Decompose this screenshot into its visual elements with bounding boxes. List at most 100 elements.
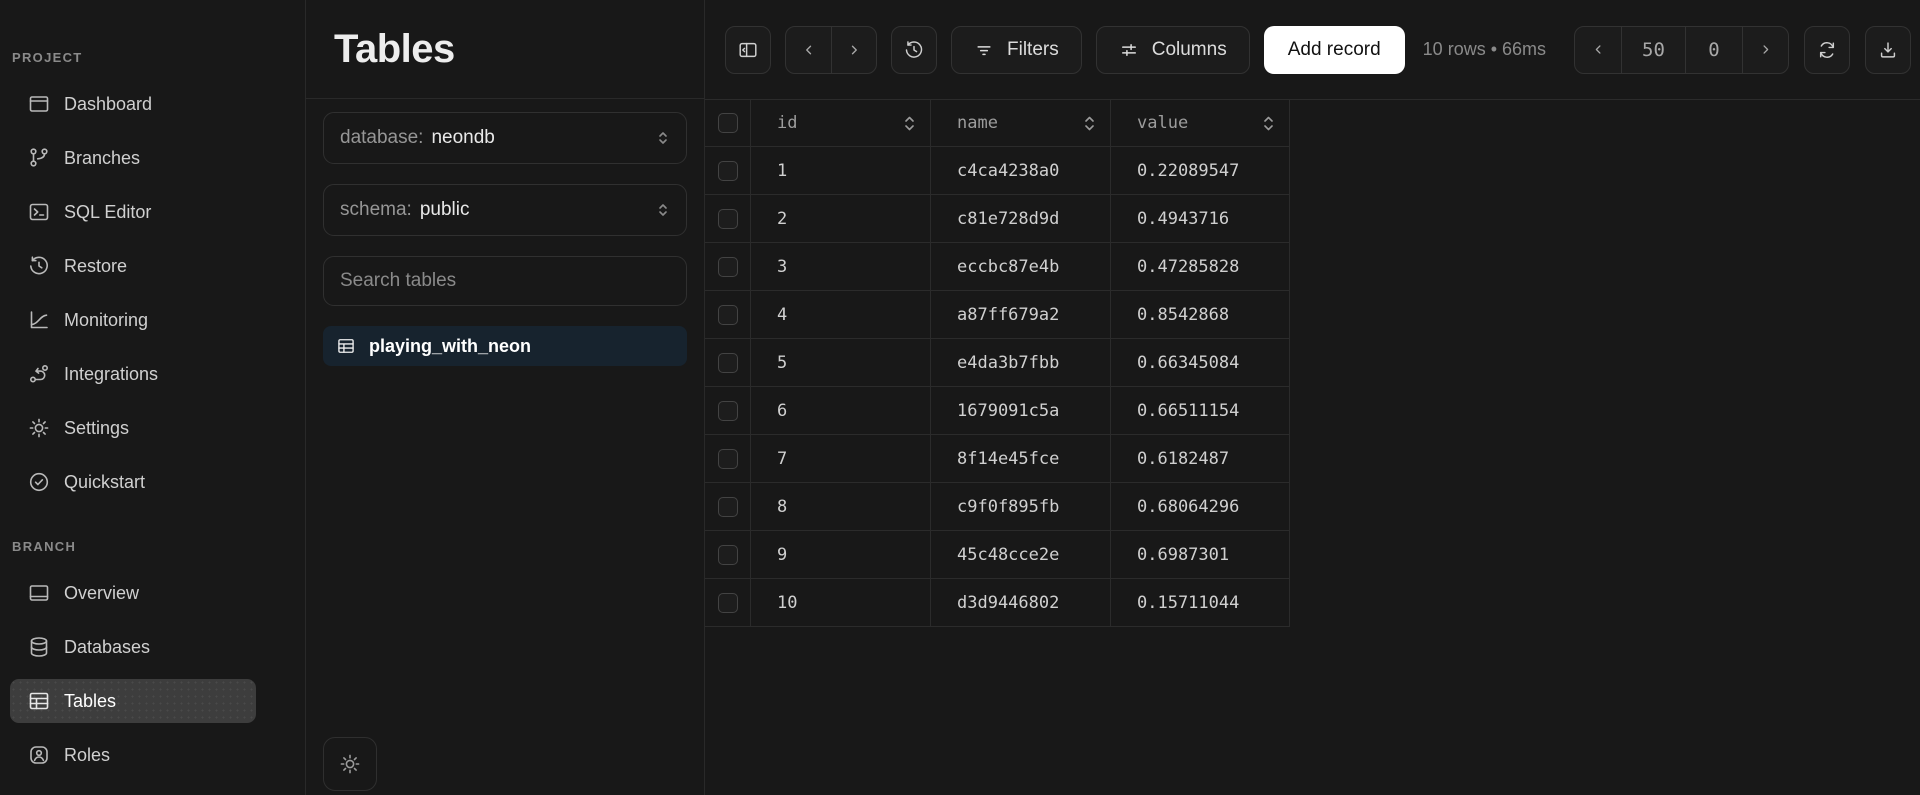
tables-panel: Tables database: neondb schema: public p… — [306, 0, 705, 795]
row-checkbox[interactable] — [718, 449, 738, 469]
databases-icon — [27, 635, 51, 659]
sidebar-item-label: Restore — [64, 256, 127, 277]
cell-name[interactable]: a87ff679a2 — [931, 291, 1111, 339]
cell-name[interactable]: c4ca4238a0 — [931, 147, 1111, 195]
cell-id[interactable]: 4 — [751, 291, 931, 339]
cell-value[interactable]: 0.4943716 — [1111, 195, 1290, 243]
sidebar-item-overview[interactable]: Overview — [0, 566, 305, 620]
page-offset-value[interactable]: 0 — [1685, 27, 1742, 73]
cell-value[interactable]: 0.66345084 — [1111, 339, 1290, 387]
page-next-button[interactable] — [1742, 27, 1788, 73]
sidebar-item-restore[interactable]: Restore — [0, 239, 305, 293]
cell-value[interactable]: 0.22089547 — [1111, 147, 1290, 195]
sidebar-item-quickstart[interactable]: Quickstart — [0, 455, 305, 509]
cell-value[interactable]: 0.6182487 — [1111, 435, 1290, 483]
download-button[interactable] — [1865, 26, 1911, 74]
cell-id[interactable]: 8 — [751, 483, 931, 531]
nav-forward-button[interactable] — [831, 27, 876, 73]
cell-id[interactable]: 7 — [751, 435, 931, 483]
filter-icon — [974, 40, 994, 60]
row-select-cell — [705, 387, 751, 435]
cell-value[interactable]: 0.15711044 — [1111, 579, 1290, 627]
cell-name[interactable]: c81e728d9d — [931, 195, 1111, 243]
column-header-value[interactable]: value — [1111, 100, 1290, 147]
sidebar-item-label: Roles — [64, 745, 110, 766]
row-checkbox[interactable] — [718, 305, 738, 325]
row-checkbox[interactable] — [718, 257, 738, 277]
row-checkbox[interactable] — [718, 497, 738, 517]
page-title: Tables — [334, 27, 455, 72]
cell-id[interactable]: 9 — [751, 531, 931, 579]
table-toolbar: Filters Columns Add record 10 rows • 66m… — [705, 0, 1920, 100]
cell-value[interactable]: 0.66511154 — [1111, 387, 1290, 435]
add-record-button[interactable]: Add record — [1264, 26, 1405, 74]
column-header-label: value — [1137, 113, 1188, 133]
project-sidebar: PROJECT Dashboard BranchesSQL Editor Restor… — [0, 0, 306, 795]
schema-select[interactable]: schema: public — [323, 184, 687, 236]
cell-id[interactable]: 6 — [751, 387, 931, 435]
row-checkbox[interactable] — [718, 353, 738, 373]
cell-value[interactable]: 0.8542868 — [1111, 291, 1290, 339]
cell-name[interactable]: eccbc87e4b — [931, 243, 1111, 291]
search-tables-input[interactable] — [323, 256, 687, 306]
column-header-id[interactable]: id — [751, 100, 931, 147]
sort-icon — [903, 115, 916, 132]
page-prev-button[interactable] — [1575, 27, 1621, 73]
page-size-value[interactable]: 50 — [1621, 27, 1685, 73]
cell-value[interactable]: 0.68064296 — [1111, 483, 1290, 531]
refresh-button[interactable] — [1804, 26, 1850, 74]
row-checkbox[interactable] — [718, 593, 738, 613]
sidebar-item-settings[interactable]: Settings — [0, 401, 305, 455]
sidebar-item-tables[interactable]: Tables — [0, 674, 305, 728]
cell-id[interactable]: 10 — [751, 579, 931, 627]
row-select-cell — [705, 195, 751, 243]
panel-toggle-icon — [737, 39, 759, 61]
chevron-right-icon — [1757, 41, 1774, 58]
row-checkbox[interactable] — [718, 209, 738, 229]
table-list-item[interactable]: playing_with_neon — [323, 326, 687, 366]
cell-name[interactable]: d3d9446802 — [931, 579, 1111, 627]
cell-id[interactable]: 5 — [751, 339, 931, 387]
columns-button[interactable]: Columns — [1096, 26, 1250, 74]
row-select-cell — [705, 147, 751, 195]
cell-value[interactable]: 0.47285828 — [1111, 243, 1290, 291]
sidebar-item-dashboard[interactable]: Dashboard — [0, 77, 305, 131]
row-checkbox[interactable] — [718, 161, 738, 181]
sidebar-item-branches[interactable]: Branches — [0, 131, 305, 185]
tables-panel-header: Tables — [306, 0, 704, 99]
section-label: PROJECT — [12, 50, 305, 65]
select-all-checkbox[interactable] — [718, 113, 738, 133]
chevron-up-down-icon — [656, 201, 670, 219]
chevron-left-icon — [800, 41, 818, 59]
cell-name[interactable]: 1679091c5a — [931, 387, 1111, 435]
sidebar-item-label: Tables — [64, 691, 116, 712]
cell-id[interactable]: 1 — [751, 147, 931, 195]
dashboard-icon — [27, 92, 51, 116]
database-select[interactable]: database: neondb — [323, 112, 687, 164]
schema-select-value: public — [420, 199, 470, 221]
row-checkbox[interactable] — [718, 545, 738, 565]
cell-id[interactable]: 2 — [751, 195, 931, 243]
cell-name[interactable]: 8f14e45fce — [931, 435, 1111, 483]
row-checkbox[interactable] — [718, 401, 738, 421]
filters-button[interactable]: Filters — [951, 26, 1082, 74]
sidebar-item-sql-editor[interactable]: SQL Editor — [0, 185, 305, 239]
cell-name[interactable]: e4da3b7fbb — [931, 339, 1111, 387]
cell-name[interactable]: c9f0f895fb — [931, 483, 1111, 531]
database-select-value: neondb — [431, 127, 494, 149]
cell-id[interactable]: 3 — [751, 243, 931, 291]
column-header-name[interactable]: name — [931, 100, 1111, 147]
sidebar-item-monitoring[interactable]: Monitoring — [0, 293, 305, 347]
query-history-button[interactable] — [891, 26, 937, 74]
sidebar-item-databases[interactable]: Databases — [0, 620, 305, 674]
sidebar-item-integrations[interactable]: Integrations — [0, 347, 305, 401]
sliders-icon — [1119, 40, 1139, 60]
cell-name[interactable]: 45c48cce2e — [931, 531, 1111, 579]
sidebar-item-roles[interactable]: Roles — [0, 728, 305, 782]
sidebar-item-label: Dashboard — [64, 94, 152, 115]
branches-icon — [27, 146, 51, 170]
cell-value[interactable]: 0.6987301 — [1111, 531, 1290, 579]
collapse-panel-button[interactable] — [725, 26, 771, 74]
panel-settings-gear-button[interactable] — [323, 737, 377, 791]
nav-back-button[interactable] — [786, 27, 831, 73]
